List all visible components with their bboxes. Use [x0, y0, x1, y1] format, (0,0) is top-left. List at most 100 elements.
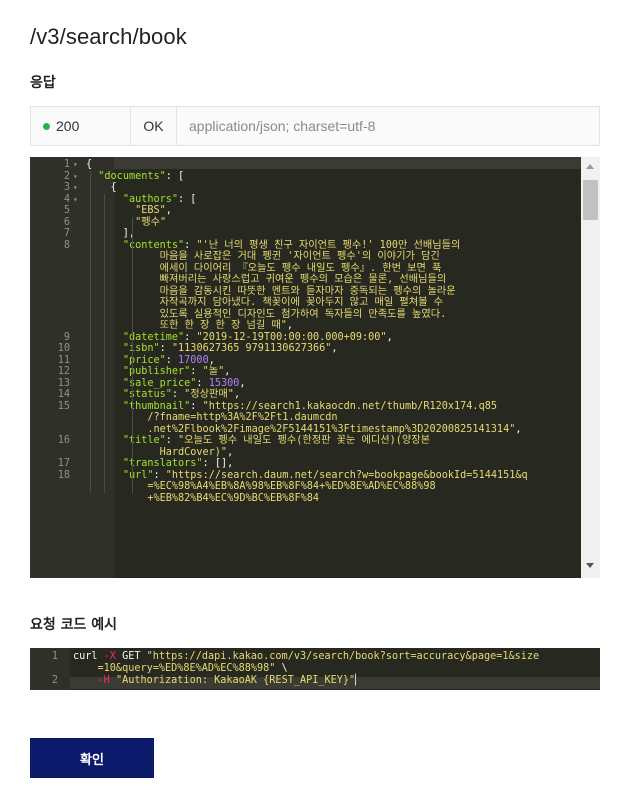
code-line: 18 "url": "https://search.daum.net/searc… — [30, 470, 581, 482]
fold-toggle-icon[interactable]: ▾ — [73, 194, 78, 206]
line-number: 14 — [57, 389, 70, 400]
confirm-button[interactable]: 확인 — [30, 738, 154, 778]
code-text: 또한 한 장 한 장 넘길 때", — [86, 320, 293, 332]
request-code-viewer[interactable]: 1 curl -X GET "https://dapi.kakao.com/v3/… — [30, 648, 600, 690]
scrollbar-thumb[interactable] — [583, 180, 598, 220]
code-token: : — [171, 389, 185, 400]
code-token: 에세이 다이어리 『오늘도 펭수 내일도 펭수』. 한번 보면 푹 — [86, 262, 442, 274]
code-token: , — [386, 331, 393, 343]
code-text: "url": "https://search.daum.net/search?w… — [86, 470, 528, 482]
code-line: 16 "title": "오늘도 펭수 내일도 펭수(한정판 꽃눈 에디션)(양… — [30, 435, 581, 447]
response-json-viewer[interactable]: 1 ▾{2 ▾ "documents": [3 ▾ {4 ▾ "authors": [5… — [30, 157, 600, 578]
line-number: 9 — [63, 331, 70, 343]
line-number: 11 — [57, 354, 70, 366]
code-token: ], — [86, 228, 136, 239]
code-token: , — [515, 423, 522, 435]
code-token: =10&query=%ED%8E%AD%EC%88%98" — [73, 663, 276, 674]
code-line: 7 ], — [30, 228, 581, 240]
code-line: 5 "EBS", — [30, 205, 581, 217]
code-text: "price": 17000, — [86, 355, 215, 367]
line-number: 1 — [51, 651, 58, 662]
code-line: 8 "contents": "'난 너의 평생 친구 자이언트 펭수!' 100… — [30, 240, 581, 252]
line-number: 2 — [63, 170, 70, 182]
indent-guide — [132, 216, 133, 493]
code-token: 자작곡까지 담아냈다. 책꽂이에 꽂아두지 않고 매일 펼쳐볼 수 — [86, 297, 443, 308]
code-token: 17000 — [178, 354, 209, 366]
line-number: 16 — [57, 435, 70, 446]
json-scrollbar[interactable] — [581, 157, 600, 578]
code-line: 11 "price": 17000, — [30, 355, 581, 367]
code-token: "https://dapi.kakao.com/v3/search/book?s… — [146, 651, 540, 662]
scroll-up-arrow-icon[interactable] — [586, 164, 594, 169]
fold-toggle-icon[interactable]: ▾ — [73, 159, 78, 171]
code-text: "sale_price": 15300, — [86, 378, 246, 390]
code-token: 또한 한 장 한 장 넘길 때" — [86, 320, 287, 331]
code-line: 또한 한 장 한 장 넘길 때", — [30, 320, 581, 332]
code-line: 3 ▾ { — [30, 182, 581, 194]
code-text: "authors": [ — [86, 193, 197, 206]
code-token: +%EB%82%B4%EC%9D%BC%EB%8F%84 — [86, 492, 320, 504]
code-text: "publisher": "놀", — [86, 366, 231, 378]
code-token: "Authorization: KakaoAK {REST_API_KEY}" — [115, 675, 356, 686]
line-number: 18 — [57, 469, 70, 481]
code-text: "translators": [], — [86, 458, 233, 470]
line-number: 17 — [57, 458, 70, 469]
code-text: =10&query=%ED%8E%AD%EC%88%98" \ — [73, 663, 288, 675]
code-token: \ — [275, 663, 288, 674]
code-line: 자작곡까지 담아냈다. 책꽂이에 꽂아두지 않고 매일 펼쳐볼 수 — [30, 297, 581, 309]
code-line: 1 ▾ { — [30, 159, 581, 171]
code-token: "status" — [122, 389, 172, 400]
code-token: "EBS" — [135, 205, 166, 216]
code-token: , — [165, 205, 172, 216]
code-token: "오늘도 펭수 내일도 펭수(한정판 꽃눈 에디션)(양장본 — [178, 435, 431, 446]
line-number: 4 — [63, 193, 70, 205]
code-token: , — [227, 446, 234, 458]
code-text: 마음을 사로잡은 거대 펭귄 '자이언트 펭수'의 이야기가 담긴 — [86, 251, 440, 263]
line-number: 10 — [57, 343, 70, 354]
response-status-bar: 200 OK application/json; charset=utf-8 — [30, 106, 600, 146]
code-token: : [ — [165, 170, 185, 182]
code-text: HardCover)", — [86, 446, 234, 459]
code-token: : — [159, 343, 172, 354]
fold-toggle-icon[interactable]: ▾ — [73, 171, 78, 183]
json-code-area[interactable]: 1 ▾{2 ▾ "documents": [3 ▾ {4 ▾ "authors": [5… — [30, 157, 581, 578]
code-token: "price" — [122, 354, 166, 366]
code-token: "authors" — [122, 193, 179, 205]
code-text: "EBS", — [86, 205, 172, 217]
code-token: /?fname=http%3A%2F%2Ft1.daumcdn — [86, 412, 338, 423]
code-token: { — [86, 159, 93, 170]
fold-toggle-icon[interactable]: ▾ — [73, 182, 78, 194]
line-number: 5 — [63, 205, 70, 216]
code-token: : — [184, 239, 197, 251]
line-number: 13 — [57, 377, 70, 389]
code-token: "documents" — [98, 170, 166, 182]
code-text: 마음을 감동시킨 따뜻한 멘트와 듣자마자 중독되는 펭수의 놀라운 — [86, 286, 456, 298]
scroll-down-arrow-icon[interactable] — [586, 563, 594, 568]
code-token: , — [233, 389, 241, 400]
line-number: 3 — [63, 182, 70, 193]
code-line: 2 ▾ "documents": [ — [30, 171, 581, 183]
code-text: 에세이 다이어리 『오늘도 펭수 내일도 펭수』. 한번 보면 푹 — [86, 262, 442, 275]
code-token: , — [331, 343, 338, 354]
code-text: "documents": [ — [86, 171, 184, 183]
code-token: : — [165, 435, 179, 446]
code-token: =%EC%98%A4%EB%8A%98%EB%8F%84+%ED%8E%AD%E… — [86, 481, 436, 492]
code-token: "2019-12-19T00:00:00.000+09:00" — [196, 331, 387, 343]
status-code: 200 — [56, 118, 80, 134]
line-number: 12 — [57, 366, 70, 377]
code-text: { — [86, 159, 92, 171]
code-token: : [], — [202, 458, 234, 469]
code-token: : — [196, 377, 209, 389]
code-line: 6 "펭수" — [30, 217, 581, 229]
code-line: 있도록 실용적인 디자인도 첨가하여 독자들의 만족도를 높였다. — [30, 309, 581, 321]
code-token: , — [224, 366, 231, 377]
code-token: , — [286, 320, 294, 331]
indent-guide — [90, 170, 91, 493]
code-token: "url" — [122, 469, 154, 481]
line-number: 2 — [51, 675, 58, 686]
code-token: "title" — [122, 435, 166, 446]
code-line: .net%2Flbook%2Fimage%2F5144151%3Ftimesta… — [30, 424, 581, 436]
code-token: ▏ — [355, 675, 362, 686]
